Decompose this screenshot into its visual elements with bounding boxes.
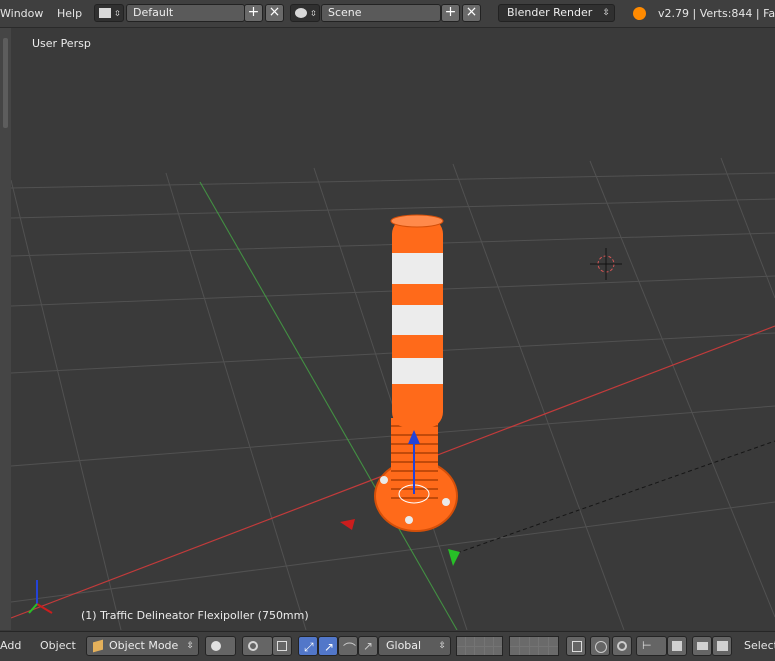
chevron-updown-icon: ⇳: [602, 8, 610, 18]
bottom-header-bar: Add Object Object Mode ⇳ ⤢ ↗ ⌒ ↗ Global …: [0, 631, 775, 661]
chevron-updown-icon: ⇳: [310, 9, 317, 18]
layer-cell[interactable]: [519, 637, 529, 646]
translate-icon: ⤢: [304, 640, 314, 654]
clapperboard-icon: [717, 641, 728, 651]
status-info: v2.79 | Verts:844 | Fac: [658, 7, 775, 20]
rotate-manipulator-button[interactable]: ↗: [318, 636, 338, 656]
help-menu[interactable]: Help: [57, 7, 82, 20]
pivot-icon: [248, 641, 258, 651]
snap-target-button[interactable]: [667, 636, 687, 656]
black-dashed-line: [456, 440, 775, 554]
layer-cell[interactable]: [466, 646, 475, 655]
traffic-delineator-object: [374, 214, 458, 532]
mode-label: Object Mode: [109, 639, 179, 652]
select-menu[interactable]: Select: [744, 639, 775, 652]
layer-cell[interactable]: [529, 637, 539, 646]
base-bolt: [380, 476, 388, 484]
layer-cell[interactable]: [510, 637, 519, 646]
scene-icon: [295, 8, 307, 18]
layer-cell[interactable]: [493, 637, 502, 646]
layer-cell[interactable]: [539, 637, 549, 646]
add-scene-button[interactable]: +: [441, 4, 460, 22]
manipulator-icon: [277, 641, 287, 651]
layer-buttons-group-2[interactable]: [509, 636, 559, 656]
manipulator-extra-button[interactable]: ↗: [358, 636, 378, 656]
blender-logo-icon: [633, 7, 646, 20]
base-bolt: [405, 516, 413, 524]
magnet-icon: [617, 641, 627, 651]
toolbar-scroll-handle[interactable]: [3, 38, 8, 128]
viewport-scene: [11, 157, 775, 630]
layer-cell[interactable]: [519, 646, 529, 655]
chevron-updown-icon: ⇳: [186, 641, 194, 651]
layer-cell[interactable]: [457, 637, 466, 646]
layer-cell[interactable]: [466, 637, 475, 646]
render-animation-button[interactable]: [712, 636, 732, 656]
scale-manipulator-button[interactable]: ⌒: [338, 636, 358, 658]
object-menu[interactable]: Object: [40, 639, 76, 652]
rotate-icon: ↗: [324, 640, 335, 654]
camera-icon: [697, 642, 708, 650]
axis-orientation-widget: [28, 580, 53, 614]
scene-selector-button[interactable]: ⇳: [290, 4, 320, 22]
shading-sphere-icon: [211, 641, 221, 651]
window-menu[interactable]: Window: [0, 7, 43, 20]
layer-buttons-group-1[interactable]: [456, 636, 503, 656]
render-engine-label: Blender Render: [507, 6, 593, 19]
add-layout-button[interactable]: +: [244, 4, 263, 22]
chevron-updown-icon: ⇳: [438, 641, 446, 651]
3d-viewport[interactable]: User Persp (1) Traffic Delineator Flexip…: [11, 28, 775, 630]
orientation-label: Global: [386, 639, 422, 652]
3d-cursor: [590, 248, 622, 280]
proportional-edit-button[interactable]: [566, 636, 586, 656]
lock-icon: [572, 641, 582, 652]
shading-mode-button[interactable]: [205, 636, 236, 656]
render-button[interactable]: [692, 636, 712, 656]
white-reflective-band: [392, 253, 443, 284]
snap-icon: ⊢: [642, 639, 652, 652]
layer-cell[interactable]: [484, 637, 493, 646]
add-menu[interactable]: Add: [0, 639, 21, 652]
layout-icon: [99, 8, 111, 18]
white-reflective-band: [392, 358, 443, 384]
post-cap: [390, 214, 444, 228]
layer-cell[interactable]: [549, 646, 558, 655]
object-mode-dropdown[interactable]: Object Mode ⇳: [86, 636, 199, 656]
transform-orientation-dropdown[interactable]: Global ⇳: [378, 636, 451, 656]
render-preview-icon: [672, 641, 682, 651]
layer-cell[interactable]: [484, 646, 493, 655]
cube-icon: [93, 639, 103, 653]
layer-cell[interactable]: [529, 646, 539, 655]
layout-selector-button[interactable]: ⇳: [94, 4, 124, 22]
layer-cell[interactable]: [475, 637, 484, 646]
pivot-point-button[interactable]: [242, 636, 273, 656]
arrow-icon: ↗: [363, 639, 374, 653]
render-engine-dropdown[interactable]: Blender Render ⇳: [498, 4, 615, 22]
layer-cell[interactable]: [549, 637, 558, 646]
delete-layout-button[interactable]: ×: [265, 4, 284, 22]
layer-cell[interactable]: [510, 646, 519, 655]
layer-cell[interactable]: [475, 646, 484, 655]
layer-cell[interactable]: [539, 646, 549, 655]
chevron-updown-icon: ⇳: [114, 9, 121, 18]
active-object-label: (1) Traffic Delineator Flexipoller (750m…: [81, 609, 309, 622]
translate-manipulator-button[interactable]: ⤢: [298, 636, 318, 656]
proportional-falloff-button[interactable]: [590, 636, 610, 656]
arc-icon: ⌒: [343, 643, 357, 658]
delete-scene-button[interactable]: ×: [462, 4, 481, 22]
top-header-bar: Window Help ⇳ Default + × ⇳ Scene + × Bl…: [0, 0, 775, 28]
layout-name-field[interactable]: Default: [126, 4, 245, 22]
base-bolt: [442, 498, 450, 506]
snap-toggle-button[interactable]: [612, 636, 632, 656]
snap-element-dropdown[interactable]: ⊢: [636, 636, 667, 656]
layer-cell[interactable]: [457, 646, 466, 655]
circle-icon: [595, 641, 607, 653]
layer-cell[interactable]: [493, 646, 502, 655]
view-perspective-label: User Persp: [32, 37, 91, 50]
manipulator-toggle-button[interactable]: [272, 636, 292, 656]
scene-name-field[interactable]: Scene: [321, 4, 441, 22]
white-reflective-band: [392, 305, 443, 335]
